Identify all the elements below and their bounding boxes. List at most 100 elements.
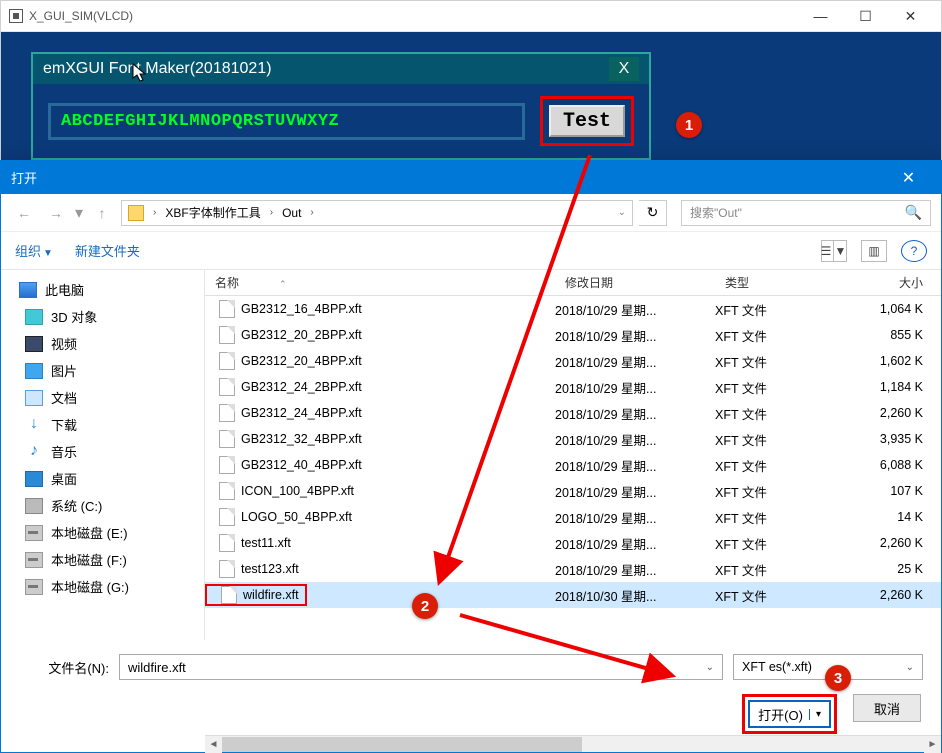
sidebar-item[interactable]: ↓ 下载 bbox=[1, 411, 204, 438]
test-button[interactable]: Test bbox=[549, 105, 625, 137]
sidebar-item-label: 3D 对象 bbox=[51, 307, 97, 326]
scroll-right-icon[interactable]: ► bbox=[924, 736, 941, 753]
sidebar-item-label: 桌面 bbox=[51, 469, 77, 488]
callout-frame-2: wildfire.xft bbox=[205, 584, 307, 606]
sidebar-item-label: 本地磁盘 (F:) bbox=[51, 550, 127, 569]
sidebar-item[interactable]: 桌面 bbox=[1, 465, 204, 492]
sidebar-item[interactable]: 本地磁盘 (G:) bbox=[1, 573, 204, 600]
sidebar-item[interactable]: 视频 bbox=[1, 330, 204, 357]
breadcrumb-dropdown-icon[interactable]: ⌄ bbox=[618, 207, 626, 218]
font-maker-close-button[interactable]: X bbox=[609, 57, 639, 81]
file-icon bbox=[219, 534, 235, 552]
new-folder-button[interactable]: 新建文件夹 bbox=[75, 241, 140, 260]
nav-forward-button[interactable]: → bbox=[43, 200, 69, 226]
file-row[interactable]: GB2312_24_4BPP.xft2018/10/29 星期...XFT 文件… bbox=[205, 400, 941, 426]
breadcrumb[interactable]: › XBF字体制作工具 › Out › ⌄ bbox=[121, 200, 633, 226]
filetype-select[interactable]: XFT es(*.xft) ⌄ bbox=[733, 654, 923, 680]
i-music-icon: ♪ bbox=[25, 444, 43, 460]
sidebar-item[interactable]: ♪ 音乐 bbox=[1, 438, 204, 465]
app-title: X_GUI_SIM(VLCD) bbox=[29, 9, 133, 23]
maximize-button[interactable]: ☐ bbox=[843, 2, 888, 30]
filename-label: 文件名(N): bbox=[19, 658, 109, 677]
sidebar-item[interactable]: 图片 bbox=[1, 357, 204, 384]
breadcrumb-seg[interactable]: XBF字体制作工具 bbox=[165, 204, 260, 221]
nav-up-button[interactable]: ↑ bbox=[89, 200, 115, 226]
file-row[interactable]: test123.xft2018/10/29 星期...XFT 文件25 K bbox=[205, 556, 941, 582]
open-file-dialog: 打开 ✕ ← → ▾ ↑ › XBF字体制作工具 › Out › ⌄ ↻ 搜索"… bbox=[0, 160, 942, 753]
scroll-left-icon[interactable]: ◄ bbox=[205, 736, 222, 753]
scrollbar-thumb[interactable] bbox=[222, 737, 582, 752]
i-desk-icon bbox=[25, 471, 43, 487]
minimize-button[interactable]: — bbox=[798, 2, 843, 30]
file-row[interactable]: GB2312_20_4BPP.xft2018/10/29 星期...XFT 文件… bbox=[205, 348, 941, 374]
nav-back-button[interactable]: ← bbox=[11, 200, 37, 226]
organize-menu[interactable]: 组织▼ bbox=[15, 241, 53, 260]
sidebar-item-label: 下载 bbox=[51, 415, 77, 434]
i-video-icon bbox=[25, 336, 43, 352]
i-drive-icon bbox=[25, 552, 43, 568]
font-maker-title: emXGUI Font Maker(20181021) bbox=[43, 60, 272, 78]
view-mode-button[interactable]: ☰ ▼ bbox=[821, 240, 847, 262]
file-row[interactable]: GB2312_40_4BPP.xft2018/10/29 星期...XFT 文件… bbox=[205, 452, 941, 478]
search-placeholder: 搜索"Out" bbox=[690, 204, 742, 221]
file-icon bbox=[219, 300, 235, 318]
cancel-button[interactable]: 取消 bbox=[853, 694, 921, 722]
help-button[interactable]: ? bbox=[901, 240, 927, 262]
i-3d-icon bbox=[25, 309, 43, 325]
close-button[interactable]: ✕ bbox=[888, 2, 933, 30]
sidebar-item[interactable]: 此电脑 bbox=[1, 276, 204, 303]
sidebar: 此电脑 3D 对象视频图片文档 ↓ 下载 ♪ 音乐桌面系统 (C:) 本地磁盘 (E:) 本地… bbox=[1, 270, 205, 640]
app-titlebar: X_GUI_SIM(VLCD) — ☐ ✕ bbox=[1, 1, 941, 32]
sidebar-item-label: 视频 bbox=[51, 334, 77, 353]
file-icon bbox=[219, 430, 235, 448]
file-list: 名称⌃ 修改日期 类型 大小 GB2312_16_4BPP.xft2018/10… bbox=[205, 270, 941, 640]
file-name: wildfire.xft bbox=[243, 588, 299, 602]
breadcrumb-seg[interactable]: Out bbox=[282, 206, 301, 220]
column-headers[interactable]: 名称⌃ 修改日期 类型 大小 bbox=[205, 270, 941, 296]
file-row[interactable]: LOGO_50_4BPP.xft2018/10/29 星期...XFT 文件14… bbox=[205, 504, 941, 530]
sidebar-item-label: 音乐 bbox=[51, 442, 77, 461]
font-maker-window: emXGUI Font Maker(20181021) X ABCDEFGHIJ… bbox=[31, 52, 651, 160]
preview-pane-button[interactable]: ▥ bbox=[861, 240, 887, 262]
file-name: GB2312_20_4BPP.xft bbox=[241, 354, 362, 368]
file-name: GB2312_16_4BPP.xft bbox=[241, 302, 362, 316]
i-doc-icon bbox=[25, 390, 43, 406]
dialog-close-button[interactable]: ✕ bbox=[886, 161, 931, 194]
file-row[interactable]: ICON_100_4BPP.xft2018/10/29 星期...XFT 文件1… bbox=[205, 478, 941, 504]
i-pc-icon bbox=[19, 282, 37, 298]
search-input[interactable]: 搜索"Out" 🔍 bbox=[681, 200, 931, 226]
file-icon bbox=[219, 482, 235, 500]
file-icon bbox=[219, 326, 235, 344]
dialog-titlebar[interactable]: 打开 ✕ bbox=[1, 161, 941, 194]
filename-input[interactable]: wildfire.xft ⌄ bbox=[119, 654, 723, 680]
app-icon bbox=[9, 9, 23, 23]
file-name: GB2312_24_2BPP.xft bbox=[241, 380, 362, 394]
sidebar-item[interactable]: 文档 bbox=[1, 384, 204, 411]
file-row[interactable]: wildfire.xft2018/10/30 星期...XFT 文件2,260 … bbox=[205, 582, 941, 608]
file-row[interactable]: GB2312_20_2BPP.xft2018/10/29 星期...XFT 文件… bbox=[205, 322, 941, 348]
file-icon bbox=[219, 456, 235, 474]
sidebar-item[interactable]: 本地磁盘 (F:) bbox=[1, 546, 204, 573]
sidebar-item[interactable]: 本地磁盘 (E:) bbox=[1, 519, 204, 546]
file-row[interactable]: GB2312_24_2BPP.xft2018/10/29 星期...XFT 文件… bbox=[205, 374, 941, 400]
chevron-down-icon[interactable]: ⌄ bbox=[706, 662, 714, 673]
file-name: GB2312_32_4BPP.xft bbox=[241, 432, 362, 446]
file-row[interactable]: GB2312_32_4BPP.xft2018/10/29 星期...XFT 文件… bbox=[205, 426, 941, 452]
open-dropdown-icon[interactable]: ▾ bbox=[809, 709, 821, 720]
font-maker-titlebar[interactable]: emXGUI Font Maker(20181021) X bbox=[33, 54, 649, 84]
file-icon bbox=[219, 404, 235, 422]
file-icon bbox=[221, 586, 237, 604]
file-row[interactable]: test11.xft2018/10/29 星期...XFT 文件2,260 K bbox=[205, 530, 941, 556]
file-name: LOGO_50_4BPP.xft bbox=[241, 510, 352, 524]
i-drive-icon bbox=[25, 525, 43, 541]
i-dl-icon: ↓ bbox=[25, 417, 43, 433]
refresh-button[interactable]: ↻ bbox=[639, 200, 667, 226]
horizontal-scrollbar[interactable]: ◄ ► bbox=[205, 735, 941, 752]
open-button[interactable]: 打开(O) ▾ bbox=[748, 700, 831, 728]
sidebar-item-label: 图片 bbox=[51, 361, 77, 380]
sidebar-item[interactable]: 系统 (C:) bbox=[1, 492, 204, 519]
chevron-down-icon[interactable]: ⌄ bbox=[906, 662, 914, 673]
sidebar-item-label: 本地磁盘 (E:) bbox=[51, 523, 128, 542]
file-row[interactable]: GB2312_16_4BPP.xft2018/10/29 星期...XFT 文件… bbox=[205, 296, 941, 322]
sidebar-item[interactable]: 3D 对象 bbox=[1, 303, 204, 330]
